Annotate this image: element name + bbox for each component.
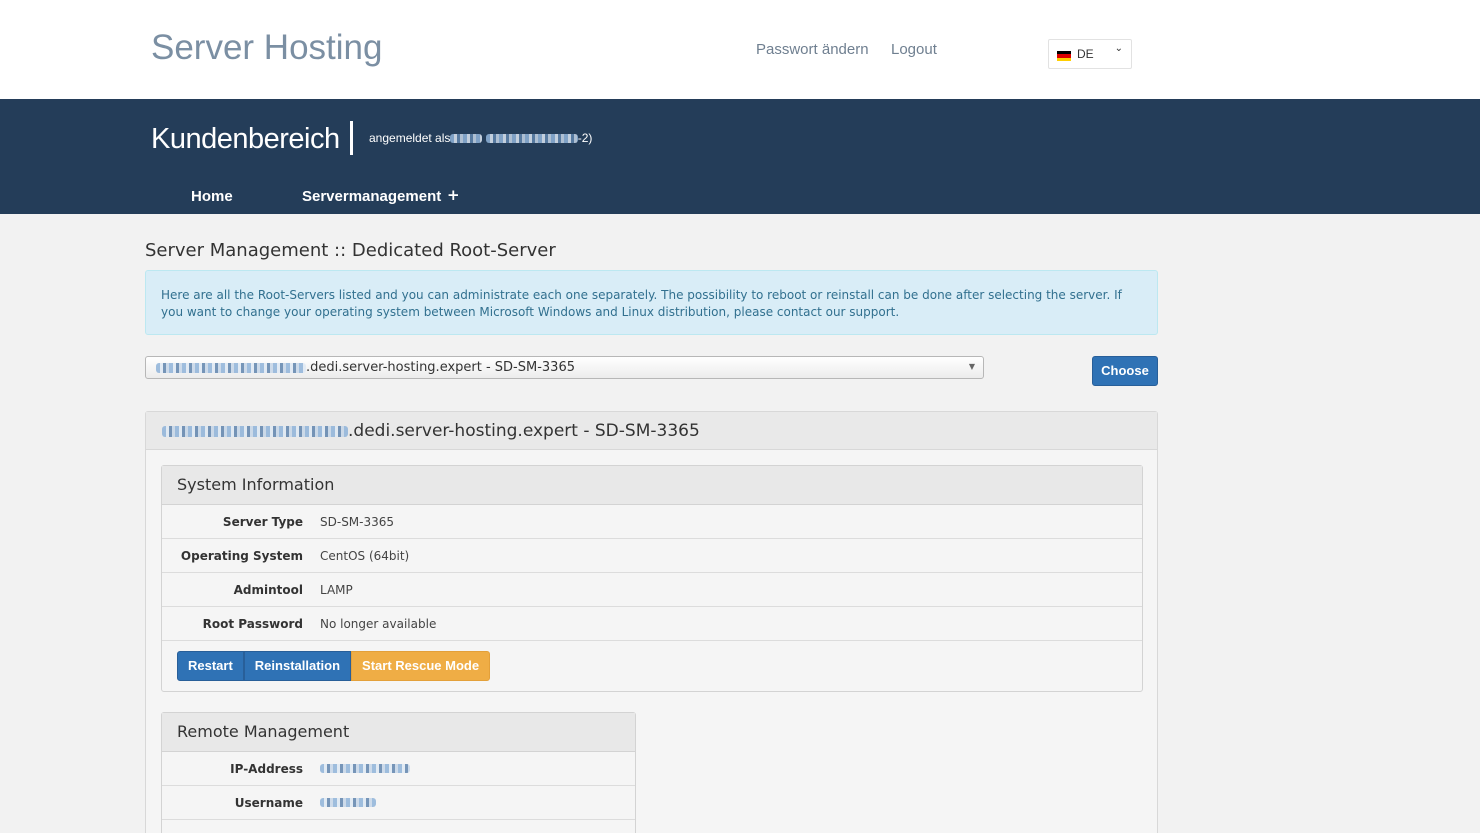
row-label: Operating System — [180, 549, 303, 563]
language-select[interactable]: DE ⌄ — [1048, 39, 1132, 69]
choose-button[interactable]: Choose — [1092, 356, 1158, 386]
row-label: IP-Address — [230, 762, 303, 776]
server-select[interactable]: .dedi.server-hosting.expert - SD-SM-3365… — [145, 356, 984, 379]
row-label: Admintool — [233, 583, 303, 597]
dropdown-caret-icon: ▼ — [968, 362, 975, 371]
info-row-operating-system: Operating System CentOS (64bit) — [162, 539, 1142, 573]
info-row-admintool: Admintool LAMP — [162, 573, 1142, 607]
portal-header: Kundenbereich angemeldet als -2) Home Se… — [0, 99, 1480, 214]
row-value: LAMP — [320, 583, 353, 597]
info-row-server-type: Server Type SD-SM-3365 — [162, 505, 1142, 539]
row-label: Username — [234, 796, 303, 810]
row-label: Root Password — [202, 617, 303, 631]
redacted-name — [450, 134, 483, 144]
remote-row-username: Username — [162, 786, 635, 820]
title-divider — [350, 121, 353, 155]
restart-button[interactable]: Restart — [177, 651, 244, 681]
system-information-title: System Information — [162, 466, 1142, 505]
expand-plus-icon[interactable]: + — [447, 186, 460, 204]
logout-link[interactable]: Logout — [891, 41, 937, 58]
row-label: Server Type — [222, 515, 303, 529]
redacted-hostname — [156, 362, 306, 373]
change-password-link[interactable]: Passwort ändern — [756, 41, 869, 58]
logged-in-suffix: -2) — [577, 131, 593, 145]
remote-row-ip-address: IP-Address — [162, 752, 635, 786]
redacted-ip-address — [320, 764, 410, 773]
german-flag-icon — [1057, 51, 1071, 61]
server-select-value: .dedi.server-hosting.expert - SD-SM-3365 — [306, 360, 575, 375]
redacted-username — [320, 798, 376, 807]
server-panel: .dedi.server-hosting.expert - SD-SM-3365… — [145, 411, 1158, 833]
action-button-group: Restart Reinstallation Start Rescue Mode — [162, 641, 1142, 691]
nav-server-management[interactable]: Servermanagement — [302, 188, 441, 205]
row-value: SD-SM-3365 — [320, 515, 395, 529]
remote-management-title: Remote Management — [162, 713, 635, 752]
info-alert: Here are all the Root-Servers listed and… — [145, 270, 1158, 335]
top-bar: Server Hosting Passwort ändern Logout DE… — [0, 0, 1480, 99]
logged-in-info: angemeldet als -2) — [369, 131, 592, 145]
redacted-hostname — [162, 425, 348, 437]
redacted-customer-id — [485, 134, 578, 144]
reinstallation-button[interactable]: Reinstallation — [243, 651, 352, 681]
start-rescue-mode-button[interactable]: Start Rescue Mode — [351, 651, 491, 681]
page-title: Server Management :: Dedicated Root-Serv… — [145, 240, 556, 261]
row-value: No longer available — [320, 617, 437, 631]
brand-logo[interactable]: Server Hosting — [151, 28, 382, 68]
nav-home[interactable]: Home — [191, 188, 233, 205]
portal-title: Kundenbereich — [151, 123, 340, 155]
server-panel-title-text: .dedi.server-hosting.expert - SD-SM-3365 — [348, 421, 700, 441]
logged-in-prefix: angemeldet als — [369, 131, 451, 145]
chevron-down-icon: ⌄ — [1114, 43, 1123, 54]
system-information-panel: System Information Server Type SD-SM-336… — [161, 465, 1143, 692]
language-label: DE — [1077, 47, 1094, 61]
server-panel-title: .dedi.server-hosting.expert - SD-SM-3365 — [146, 412, 1157, 450]
info-row-root-password: Root Password No longer available — [162, 607, 1142, 641]
row-value: CentOS (64bit) — [320, 549, 410, 563]
remote-management-panel: Remote Management IP-Address Username — [161, 712, 636, 833]
